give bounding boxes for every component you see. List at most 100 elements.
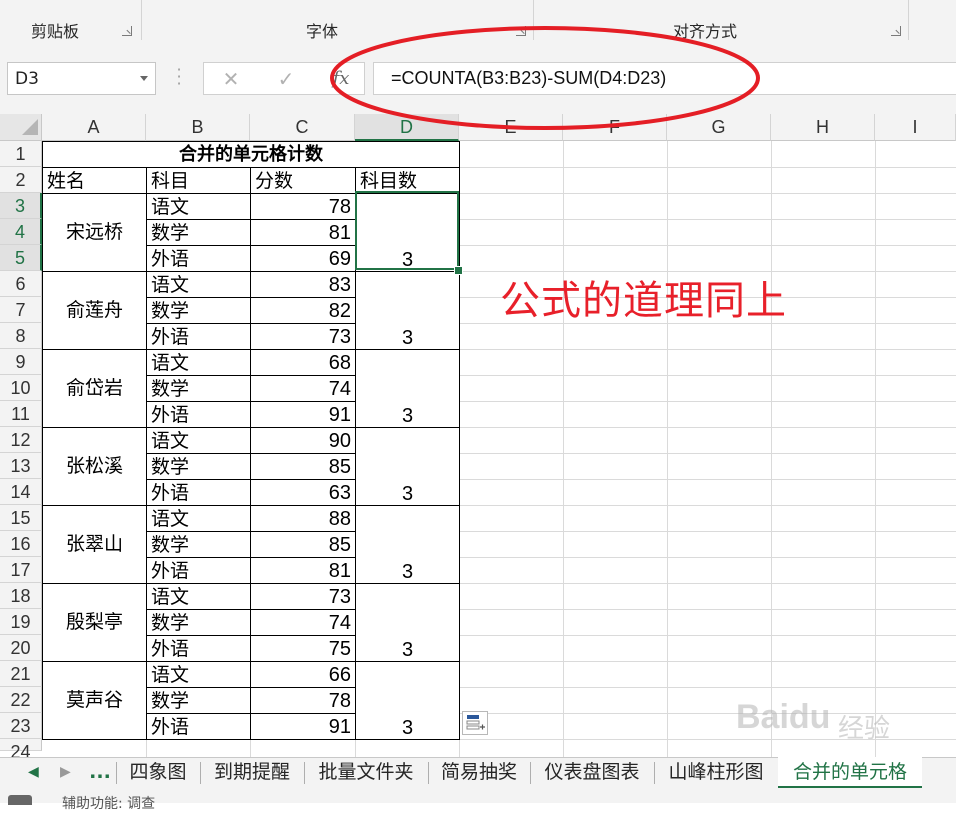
- sheet-tab[interactable]: 批量文件夹: [304, 757, 428, 788]
- row-header-11[interactable]: 11: [0, 401, 42, 427]
- header-count[interactable]: 科目数: [355, 167, 460, 194]
- alignment-launcher-icon[interactable]: [891, 26, 901, 36]
- subject-count-cell[interactable]: 3: [355, 505, 460, 584]
- student-name[interactable]: 莫声谷: [42, 661, 147, 740]
- column-header-c[interactable]: C: [250, 114, 355, 141]
- row-header-8[interactable]: 8: [0, 323, 42, 349]
- score-cell[interactable]: 78: [250, 193, 356, 220]
- row-header-5[interactable]: 5: [0, 245, 42, 271]
- row-header-20[interactable]: 20: [0, 635, 42, 661]
- subject-cell[interactable]: 语文: [146, 427, 251, 454]
- score-cell[interactable]: 82: [250, 297, 356, 324]
- subject-cell[interactable]: 数学: [146, 375, 251, 402]
- subject-cell[interactable]: 外语: [146, 245, 251, 272]
- row-header-22[interactable]: 22: [0, 687, 42, 713]
- header-subject[interactable]: 科目: [146, 167, 251, 194]
- score-cell[interactable]: 73: [250, 323, 356, 350]
- subject-cell[interactable]: 语文: [146, 661, 251, 688]
- column-header-b[interactable]: B: [146, 114, 250, 141]
- score-cell[interactable]: 69: [250, 245, 356, 272]
- sheet-tab[interactable]: 四象图: [116, 757, 200, 788]
- row-header-24[interactable]: 24: [0, 739, 42, 762]
- student-name[interactable]: 俞莲舟: [42, 271, 147, 350]
- subject-cell[interactable]: 外语: [146, 401, 251, 428]
- column-header-d[interactable]: D: [355, 114, 459, 141]
- score-cell[interactable]: 85: [250, 453, 356, 480]
- enter-icon[interactable]: ✓: [272, 66, 300, 92]
- subject-cell[interactable]: 语文: [146, 505, 251, 532]
- score-cell[interactable]: 66: [250, 661, 356, 688]
- table-title[interactable]: 合并的单元格计数: [42, 141, 460, 168]
- sheet-tab[interactable]: 仪表盘图表: [530, 757, 654, 788]
- score-cell[interactable]: 91: [250, 401, 356, 428]
- student-name[interactable]: 张松溪: [42, 427, 147, 506]
- sheet-tab[interactable]: 合并的单元格: [778, 757, 922, 788]
- score-cell[interactable]: 81: [250, 219, 356, 246]
- tab-more-button[interactable]: ...: [86, 757, 114, 788]
- fill-handle[interactable]: [454, 266, 463, 275]
- sheet-tab[interactable]: 山峰柱形图: [654, 757, 778, 788]
- header-name[interactable]: 姓名: [42, 167, 147, 194]
- subject-cell[interactable]: 外语: [146, 713, 251, 740]
- subject-cell[interactable]: 数学: [146, 609, 251, 636]
- name-box-dropdown-icon[interactable]: [140, 76, 148, 81]
- score-cell[interactable]: 68: [250, 349, 356, 376]
- formula-bar-grip-icon[interactable]: · · ·: [176, 62, 182, 92]
- score-cell[interactable]: 73: [250, 583, 356, 610]
- accessibility-status[interactable]: 辅助功能: 调查: [62, 793, 155, 813]
- score-cell[interactable]: 90: [250, 427, 356, 454]
- subject-cell[interactable]: 语文: [146, 349, 251, 376]
- row-header-23[interactable]: 23: [0, 713, 42, 739]
- row-header-17[interactable]: 17: [0, 557, 42, 583]
- subject-count-cell[interactable]: 3: [355, 193, 460, 272]
- row-header-21[interactable]: 21: [0, 661, 42, 687]
- sheet-tab[interactable]: 简易抽奖: [428, 757, 530, 788]
- subject-count-cell[interactable]: 3: [355, 661, 460, 740]
- column-header-a[interactable]: A: [42, 114, 146, 141]
- subject-cell[interactable]: 数学: [146, 219, 251, 246]
- subject-cell[interactable]: 数学: [146, 531, 251, 558]
- subject-cell[interactable]: 外语: [146, 479, 251, 506]
- cancel-icon[interactable]: ✕: [217, 66, 245, 92]
- subject-cell[interactable]: 数学: [146, 453, 251, 480]
- row-header-6[interactable]: 6: [0, 271, 42, 297]
- subject-cell[interactable]: 外语: [146, 635, 251, 662]
- column-header-f[interactable]: F: [563, 114, 667, 141]
- insert-function-button[interactable]: fx: [327, 66, 355, 92]
- subject-count-cell[interactable]: 3: [355, 583, 460, 662]
- student-name[interactable]: 殷梨亭: [42, 583, 147, 662]
- score-cell[interactable]: 75: [250, 635, 356, 662]
- score-cell[interactable]: 85: [250, 531, 356, 558]
- row-header-12[interactable]: 12: [0, 427, 42, 453]
- score-cell[interactable]: 88: [250, 505, 356, 532]
- row-header-1[interactable]: 1: [0, 141, 42, 167]
- column-header-g[interactable]: G: [667, 114, 771, 141]
- student-name[interactable]: 俞岱岩: [42, 349, 147, 428]
- score-cell[interactable]: 74: [250, 609, 356, 636]
- subject-cell[interactable]: 外语: [146, 557, 251, 584]
- quick-analysis-icon[interactable]: [462, 711, 488, 735]
- row-header-9[interactable]: 9: [0, 349, 42, 375]
- row-header-16[interactable]: 16: [0, 531, 42, 557]
- sheet-tab[interactable]: 到期提醒: [200, 757, 304, 788]
- score-cell[interactable]: 91: [250, 713, 356, 740]
- column-header-i[interactable]: I: [875, 114, 956, 141]
- subject-count-cell[interactable]: 3: [355, 271, 460, 350]
- formula-input[interactable]: =COUNTA(B3:B23)-SUM(D4:D23): [373, 62, 956, 95]
- subject-cell[interactable]: 数学: [146, 297, 251, 324]
- tab-scroll-right-icon[interactable]: ▶: [60, 764, 71, 780]
- subject-count-cell[interactable]: 3: [355, 427, 460, 506]
- subject-count-cell[interactable]: 3: [355, 349, 460, 428]
- row-header-18[interactable]: 18: [0, 583, 42, 609]
- subject-cell[interactable]: 外语: [146, 323, 251, 350]
- name-box[interactable]: D3: [7, 62, 156, 95]
- row-header-2[interactable]: 2: [0, 167, 42, 193]
- score-cell[interactable]: 81: [250, 557, 356, 584]
- row-header-13[interactable]: 13: [0, 453, 42, 479]
- score-cell[interactable]: 63: [250, 479, 356, 506]
- score-cell[interactable]: 83: [250, 271, 356, 298]
- subject-cell[interactable]: 语文: [146, 583, 251, 610]
- clipboard-launcher-icon[interactable]: [122, 26, 132, 36]
- header-score[interactable]: 分数: [250, 167, 356, 194]
- row-header-3[interactable]: 3: [0, 193, 42, 219]
